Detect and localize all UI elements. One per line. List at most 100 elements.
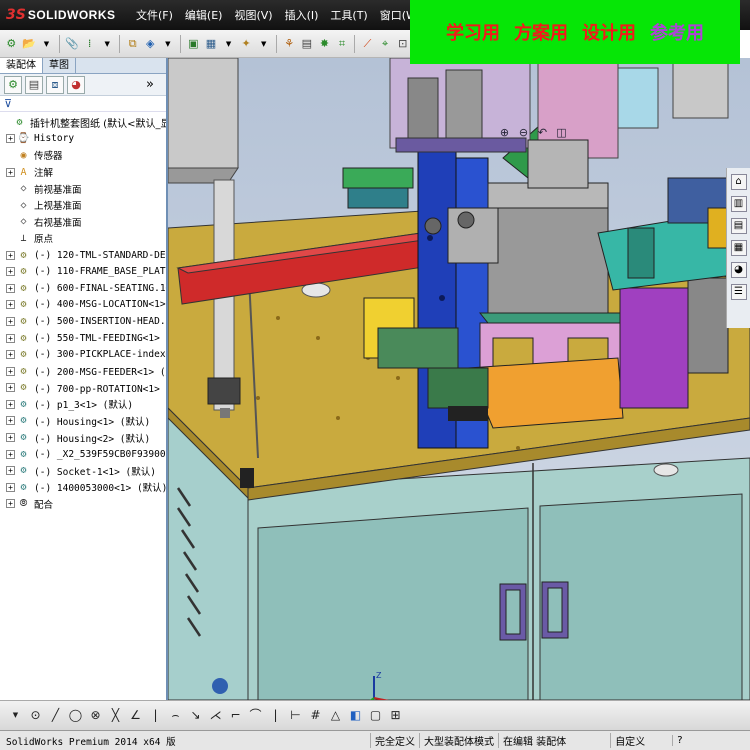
tree-row[interactable]: ◇ 右视基准面 bbox=[0, 214, 166, 231]
graphics-area[interactable]: ⊕ ⊖ ↶ ◫ ⌂ ▥ ▤ ▦ ◕ ☰ Z bbox=[168, 58, 750, 700]
feature-manager-icon[interactable]: ⚙ bbox=[4, 75, 22, 94]
dropdown-arrow-icon[interactable]: ▼ bbox=[39, 36, 54, 52]
move-component-icon[interactable]: ⧉ bbox=[125, 36, 140, 52]
status-help[interactable]: ? bbox=[672, 735, 686, 746]
tree-row[interactable]: + ⚙ (-) Housing<2> (默认) bbox=[0, 429, 166, 446]
tree-row[interactable]: ◇ 前视基准面 bbox=[0, 180, 166, 197]
window-tile-icon[interactable]: ▢ bbox=[368, 708, 383, 723]
point-icon[interactable]: ⊙ bbox=[28, 708, 43, 723]
tree-row[interactable]: + ⚙ (-) _X2_539F59CB0F9390015B bbox=[0, 446, 166, 463]
zoom-to-area-icon[interactable]: ⊖ bbox=[517, 126, 530, 139]
tree-expand-toggle[interactable]: + bbox=[6, 466, 15, 476]
tree-row[interactable]: + A 注解 bbox=[0, 164, 166, 181]
previous-view-icon[interactable]: ↶ bbox=[536, 126, 549, 139]
angle-icon[interactable]: ∠ bbox=[128, 708, 143, 723]
tree-row[interactable]: + ⚙ (-) 1400053000<1> (默认) bbox=[0, 479, 166, 496]
dimension-icon[interactable]: ⊢ bbox=[288, 708, 303, 723]
explode-line-sketch-icon[interactable]: ⌗ bbox=[335, 36, 350, 52]
tree-expand-toggle[interactable]: + bbox=[6, 416, 15, 426]
mate-icon[interactable]: 📎 bbox=[65, 36, 80, 52]
linear-pattern-icon[interactable]: ⁞ bbox=[82, 36, 97, 52]
tree-expand-toggle[interactable]: + bbox=[6, 267, 15, 277]
rotate-component-icon[interactable]: ◈ bbox=[143, 36, 158, 52]
reference-geometry-icon[interactable]: ✦ bbox=[239, 36, 254, 52]
tree-expand-toggle[interactable]: + bbox=[6, 316, 15, 326]
solidworks-logo[interactable]: 3S SOLIDWORKS bbox=[0, 7, 130, 23]
tree-row[interactable]: + ⚙ (-) 120-TML-STANDARD-DEREE bbox=[0, 247, 166, 264]
menu-edit[interactable]: 编辑(E) bbox=[179, 7, 229, 23]
insert-components-icon[interactable]: 📂 bbox=[22, 36, 37, 52]
convert-entities-icon[interactable]: ⌢ bbox=[168, 708, 183, 723]
chamfer-icon[interactable]: ⌐ bbox=[228, 708, 243, 723]
tree-expand-toggle[interactable]: + bbox=[6, 482, 15, 492]
tree-row[interactable]: + ⚙ (-) 400-MSG-LOCATION<1> ( bbox=[0, 297, 166, 314]
new-motion-study-icon[interactable]: ⚘ bbox=[282, 36, 297, 52]
display-manager-icon[interactable]: ◕ bbox=[67, 75, 85, 94]
sketch-dropdown-icon[interactable]: ▼ bbox=[8, 708, 23, 723]
appearances-icon[interactable]: ◕ bbox=[730, 262, 747, 278]
property-manager-icon[interactable]: ▤ bbox=[25, 75, 43, 94]
menu-view[interactable]: 视图(V) bbox=[228, 7, 278, 23]
section-view-icon[interactable]: ◫ bbox=[555, 126, 568, 139]
tree-row[interactable]: ◉ 传感器 bbox=[0, 147, 166, 164]
status-units[interactable]: 自定义 bbox=[610, 733, 672, 748]
tree-row[interactable]: + ⦾ 配合 bbox=[0, 496, 166, 513]
tree-root-assembly[interactable]: ⚙ 插针机整套图纸 (默认<默认_显 bbox=[0, 114, 166, 131]
fillet-icon[interactable]: ⌒ bbox=[248, 708, 263, 723]
tree-expand-toggle[interactable]: + bbox=[6, 167, 15, 177]
design-library-icon[interactable]: ▥ bbox=[730, 196, 747, 212]
tree-expand-toggle[interactable]: + bbox=[6, 300, 15, 310]
custom-properties-icon[interactable]: ☰ bbox=[730, 284, 747, 300]
assembly-features-icon[interactable]: ▦ bbox=[204, 36, 219, 52]
center-circle-icon[interactable]: ⊗ bbox=[88, 708, 103, 723]
line-icon[interactable]: ╱ bbox=[48, 708, 63, 723]
tree-expand-toggle[interactable]: + bbox=[6, 433, 15, 443]
show-hidden-icon[interactable]: ▣ bbox=[186, 36, 201, 52]
tree-row[interactable]: ⊥ 原点 bbox=[0, 230, 166, 247]
tree-row[interactable]: + ⚙ (-) Housing<1> (默认) bbox=[0, 413, 166, 430]
trim-icon[interactable]: ╳ bbox=[108, 708, 123, 723]
smart-mates-icon[interactable]: ⚙ bbox=[4, 36, 19, 52]
tree-row[interactable]: + ⚙ (-) p1_3<1> (默认) bbox=[0, 396, 166, 413]
tree-row[interactable]: + ⌚ History bbox=[0, 131, 166, 148]
tree-expand-toggle[interactable]: + bbox=[6, 366, 15, 376]
tree-row[interactable]: ◇ 上视基准面 bbox=[0, 197, 166, 214]
filter-icon[interactable]: ⊽ bbox=[4, 97, 12, 110]
exploded-view-icon[interactable]: ✸ bbox=[317, 36, 332, 52]
file-explorer-icon[interactable]: ▤ bbox=[730, 218, 747, 234]
window-split-icon[interactable]: ⊞ bbox=[388, 708, 403, 723]
clearance-verification-icon[interactable]: ⌖ bbox=[378, 36, 393, 52]
menu-tools[interactable]: 工具(T) bbox=[324, 7, 373, 23]
tab-assembly[interactable]: 装配体 bbox=[0, 58, 43, 73]
tree-row[interactable]: + ⚙ (-) 600-FINAL-SEATING.1<1> bbox=[0, 280, 166, 297]
tree-expand-toggle[interactable]: + bbox=[6, 449, 15, 459]
menu-file[interactable]: 文件(F) bbox=[130, 7, 179, 23]
mirror-icon[interactable]: ⋌ bbox=[208, 708, 223, 723]
tree-row[interactable]: + ⚙ (-) 500-INSERTION-HEAD.1. bbox=[0, 313, 166, 330]
dropdown-arrow-icon[interactable]: ▼ bbox=[221, 36, 236, 52]
tree-expand-toggle[interactable]: + bbox=[6, 383, 15, 393]
tree-expand-toggle[interactable]: + bbox=[6, 499, 15, 509]
tree-row[interactable]: + ⚙ (-) 200-MSG-FEEDER<1> (默 bbox=[0, 363, 166, 380]
dropdown-arrow-icon[interactable]: ▼ bbox=[100, 36, 115, 52]
grid-icon[interactable]: # bbox=[308, 708, 323, 723]
view-cube-icon[interactable]: ◧ bbox=[348, 708, 363, 723]
dropdown-arrow-icon[interactable]: ▼ bbox=[256, 36, 271, 52]
menu-insert[interactable]: 插入(I) bbox=[279, 7, 325, 23]
tree-expand-toggle[interactable]: + bbox=[6, 350, 15, 360]
panel-expand-icon[interactable]: » bbox=[146, 77, 154, 92]
tree-filter[interactable]: ⊽ bbox=[0, 96, 166, 112]
triangle-icon[interactable]: △ bbox=[328, 708, 343, 723]
tree-row[interactable]: + ⚙ (-) 110-FRAME_BASE_PLATE<1 bbox=[0, 263, 166, 280]
view-palette-icon[interactable]: ▦ bbox=[730, 240, 747, 256]
bill-of-materials-icon[interactable]: ▤ bbox=[300, 36, 315, 52]
resources-icon[interactable]: ⌂ bbox=[730, 174, 747, 190]
tab-sketch[interactable]: 草图 bbox=[43, 58, 76, 73]
tree-row[interactable]: + ⚙ (-) Socket-1<1> (默认) bbox=[0, 462, 166, 479]
tree-expand-toggle[interactable]: + bbox=[6, 283, 15, 293]
interference-detection-icon[interactable]: ⟋ bbox=[360, 36, 375, 52]
tree-expand-toggle[interactable]: + bbox=[6, 250, 15, 260]
configuration-manager-icon[interactable]: ⧈ bbox=[46, 75, 64, 94]
tree-expand-toggle[interactable]: + bbox=[6, 399, 15, 409]
zoom-to-fit-icon[interactable]: ⊕ bbox=[498, 126, 511, 139]
